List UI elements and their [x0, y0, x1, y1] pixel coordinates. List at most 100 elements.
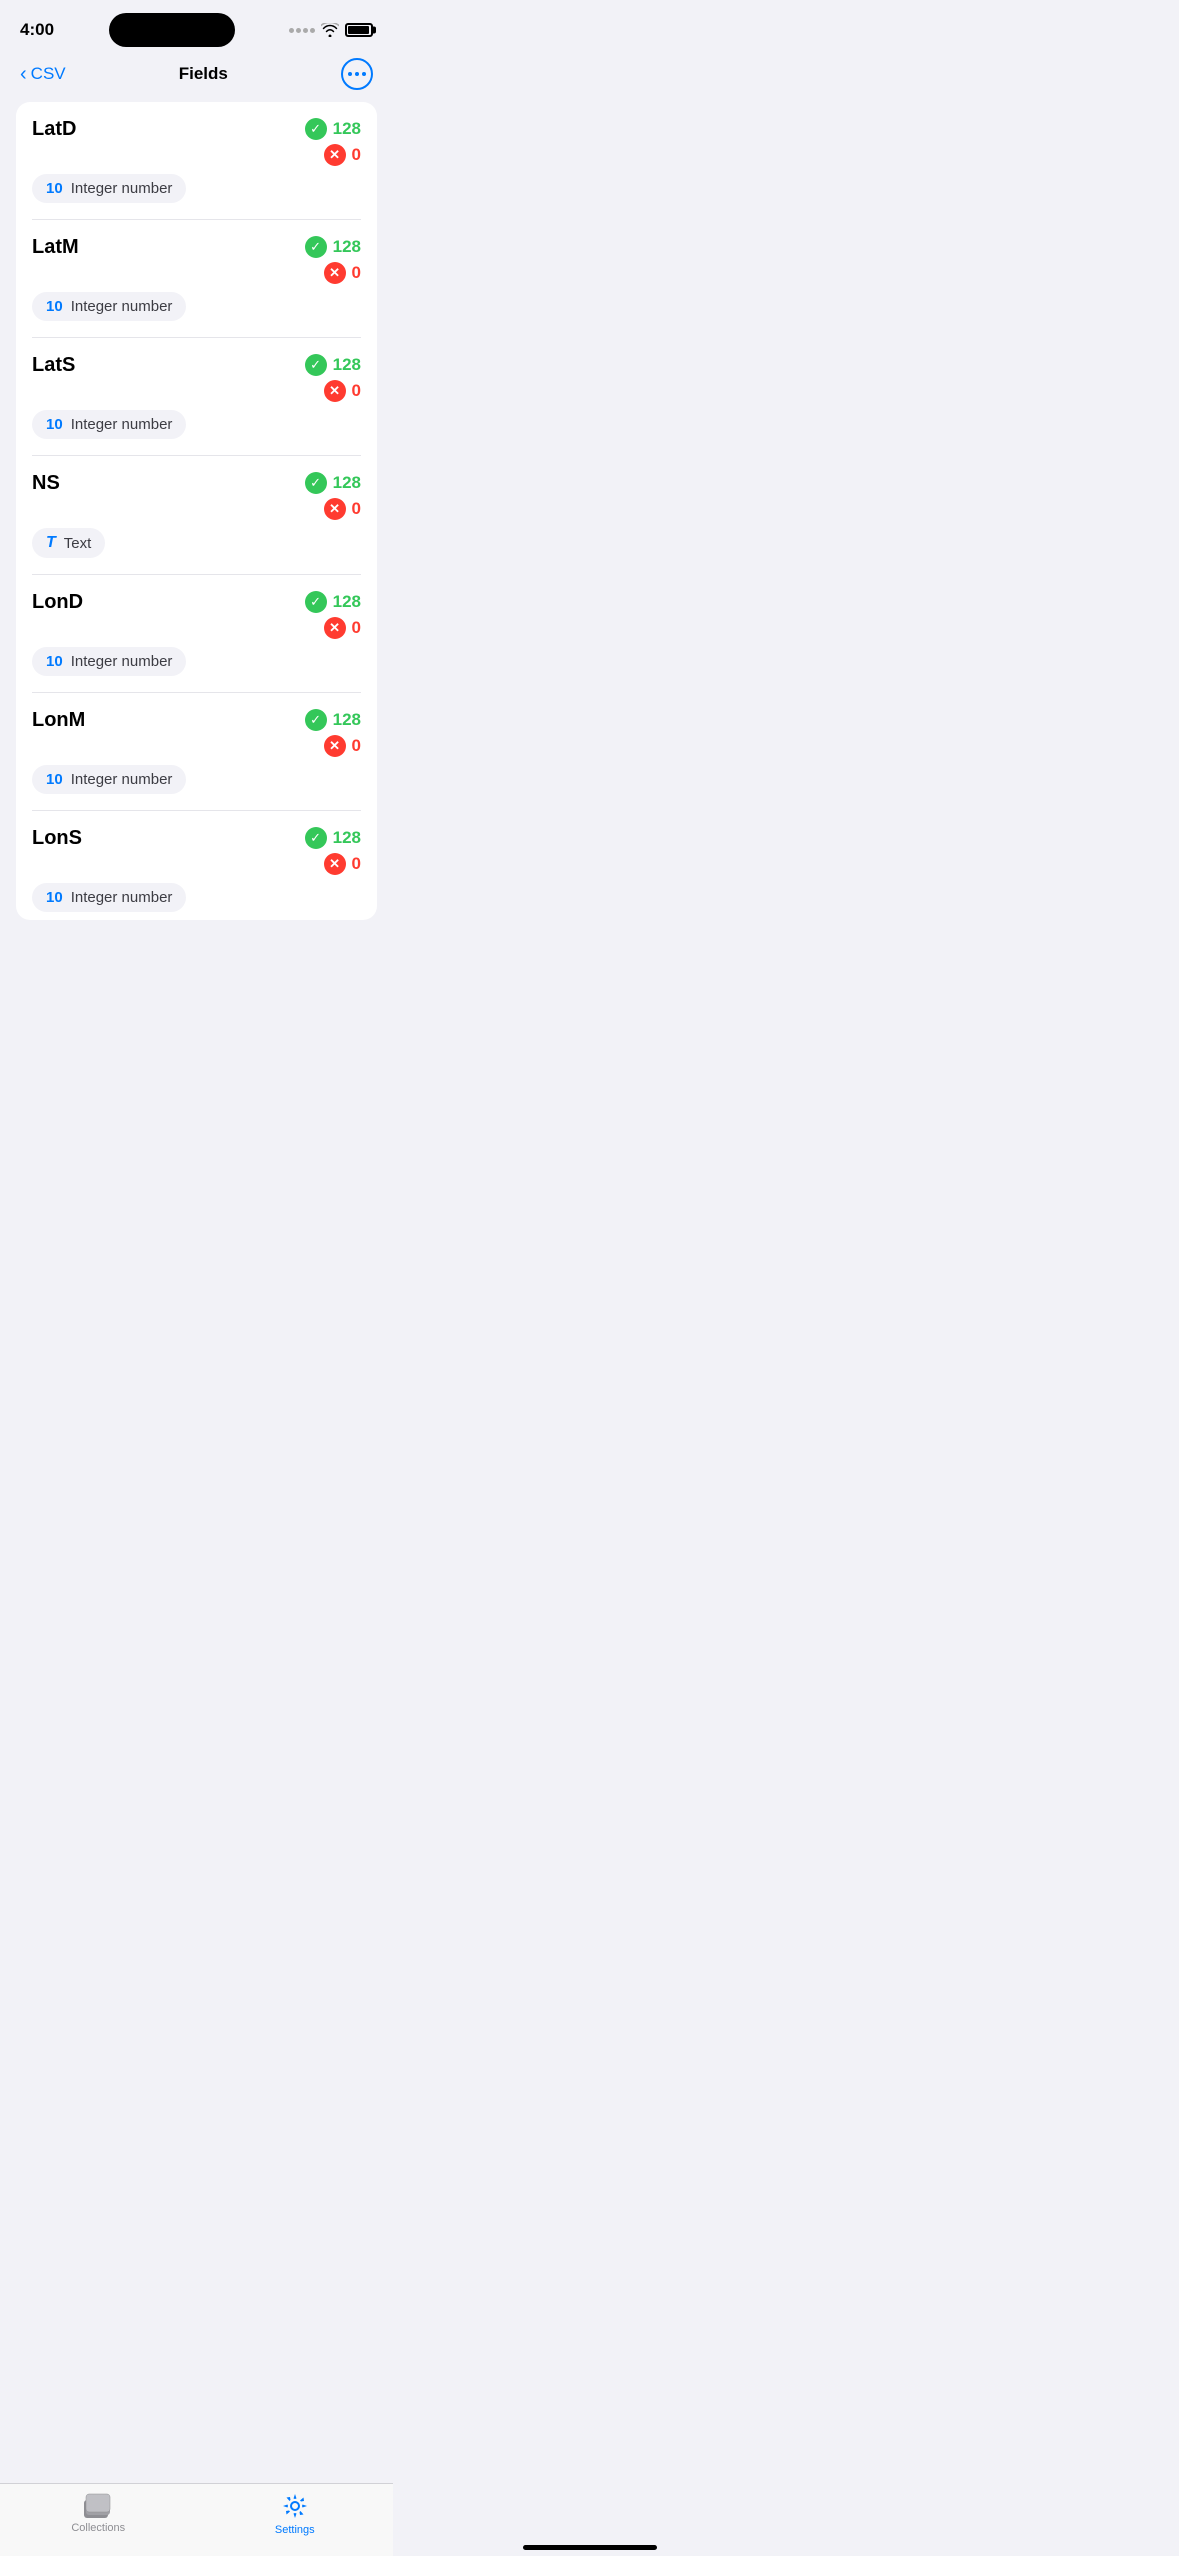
- field-row[interactable]: LatS ✓ 128 ✕ 0 10 Integer number: [32, 338, 361, 456]
- field-top: LatD ✓ 128 ✕ 0: [32, 118, 361, 166]
- type-label: Integer number: [71, 653, 173, 670]
- field-name: NS: [32, 472, 60, 495]
- field-stats: ✓ 128 ✕ 0: [305, 827, 361, 875]
- x-icon: ✕: [324, 262, 346, 284]
- invalid-stat-row: ✕ 0: [324, 735, 361, 757]
- field-top: LonD ✓ 128 ✕ 0: [32, 591, 361, 639]
- valid-count: 128: [333, 592, 361, 612]
- field-name: LonM: [32, 709, 85, 732]
- status-time: 4:00: [20, 20, 54, 40]
- back-label: CSV: [31, 64, 66, 84]
- valid-count: 128: [333, 473, 361, 493]
- valid-stat-row: ✓ 128: [305, 472, 361, 494]
- valid-stat-row: ✓ 128: [305, 118, 361, 140]
- settings-icon: [281, 2492, 309, 2520]
- check-icon: ✓: [305, 118, 327, 140]
- type-number-icon: 10: [46, 180, 63, 197]
- field-top: LonM ✓ 128 ✕ 0: [32, 709, 361, 757]
- field-type-pill[interactable]: 10 Integer number: [32, 410, 186, 439]
- check-icon: ✓: [305, 827, 327, 849]
- page-title: Fields: [179, 64, 228, 84]
- field-stats: ✓ 128 ✕ 0: [305, 354, 361, 402]
- tab-settings[interactable]: Settings: [197, 2492, 394, 2536]
- check-icon: ✓: [305, 236, 327, 258]
- more-dots-icon: [348, 72, 366, 76]
- field-stats: ✓ 128 ✕ 0: [305, 591, 361, 639]
- invalid-count: 0: [352, 499, 361, 519]
- valid-count: 128: [333, 828, 361, 848]
- valid-count: 128: [333, 119, 361, 139]
- field-stats: ✓ 128 ✕ 0: [305, 118, 361, 166]
- field-row[interactable]: LatM ✓ 128 ✕ 0 10 Integer number: [32, 220, 361, 338]
- type-number-icon: 10: [46, 298, 63, 315]
- valid-count: 128: [333, 710, 361, 730]
- type-text-icon: T: [46, 534, 56, 552]
- invalid-count: 0: [352, 381, 361, 401]
- valid-stat-row: ✓ 128: [305, 354, 361, 376]
- battery-icon: [345, 23, 373, 37]
- invalid-count: 0: [352, 145, 361, 165]
- valid-count: 128: [333, 355, 361, 375]
- home-indicator: [523, 2545, 657, 2550]
- type-number-icon: 10: [46, 771, 63, 788]
- type-number-icon: 10: [46, 416, 63, 433]
- check-icon: ✓: [305, 709, 327, 731]
- invalid-stat-row: ✕ 0: [324, 144, 361, 166]
- field-name: LonS: [32, 827, 82, 850]
- dynamic-island: [109, 13, 235, 47]
- collections-tab-label: Collections: [71, 2522, 125, 2534]
- invalid-stat-row: ✕ 0: [324, 380, 361, 402]
- wifi-icon: [321, 23, 339, 37]
- type-number-icon: 10: [46, 889, 63, 906]
- field-name: LatD: [32, 118, 76, 141]
- fields-card: LatD ✓ 128 ✕ 0 10 Integer number: [16, 102, 377, 920]
- field-row[interactable]: LatD ✓ 128 ✕ 0 10 Integer number: [32, 102, 361, 220]
- check-icon: ✓: [305, 591, 327, 613]
- field-stats: ✓ 128 ✕ 0: [305, 472, 361, 520]
- field-type-pill[interactable]: 10 Integer number: [32, 292, 186, 321]
- field-type-pill[interactable]: 10 Integer number: [32, 174, 186, 203]
- invalid-count: 0: [352, 618, 361, 638]
- invalid-stat-row: ✕ 0: [324, 262, 361, 284]
- type-label: Text: [64, 535, 92, 552]
- x-icon: ✕: [324, 380, 346, 402]
- valid-stat-row: ✓ 128: [305, 591, 361, 613]
- field-name: LatS: [32, 354, 75, 377]
- valid-stat-row: ✓ 128: [305, 709, 361, 731]
- field-top: LonS ✓ 128 ✕ 0: [32, 827, 361, 875]
- field-row[interactable]: LonD ✓ 128 ✕ 0 10 Integer number: [32, 575, 361, 693]
- status-bar: 4:00: [0, 0, 393, 50]
- field-row[interactable]: LonS ✓ 128 ✕ 0 10 Integer number: [32, 811, 361, 920]
- tab-collections[interactable]: Collections: [0, 2492, 197, 2536]
- signal-icon: [289, 28, 315, 33]
- status-icons: [289, 23, 373, 37]
- field-row[interactable]: NS ✓ 128 ✕ 0 T Text: [32, 456, 361, 575]
- type-label: Integer number: [71, 416, 173, 433]
- x-icon: ✕: [324, 498, 346, 520]
- type-label: Integer number: [71, 298, 173, 315]
- content-area: LatD ✓ 128 ✕ 0 10 Integer number: [0, 102, 393, 1016]
- valid-stat-row: ✓ 128: [305, 827, 361, 849]
- field-stats: ✓ 128 ✕ 0: [305, 709, 361, 757]
- x-icon: ✕: [324, 617, 346, 639]
- settings-tab-label: Settings: [275, 2524, 315, 2536]
- type-number-icon: 10: [46, 653, 63, 670]
- field-type-pill[interactable]: 10 Integer number: [32, 765, 186, 794]
- type-label: Integer number: [71, 180, 173, 197]
- field-type-pill[interactable]: 10 Integer number: [32, 883, 186, 912]
- nav-bar: ‹ CSV Fields: [0, 50, 393, 102]
- collections-icon: [84, 2492, 112, 2518]
- tab-bar: Collections Settings: [0, 2483, 393, 2556]
- field-type-pill[interactable]: T Text: [32, 528, 105, 558]
- field-type-pill[interactable]: 10 Integer number: [32, 647, 186, 676]
- back-button[interactable]: ‹ CSV: [20, 64, 66, 84]
- field-row[interactable]: LonM ✓ 128 ✕ 0 10 Integer number: [32, 693, 361, 811]
- invalid-stat-row: ✕ 0: [324, 853, 361, 875]
- invalid-stat-row: ✕ 0: [324, 617, 361, 639]
- x-icon: ✕: [324, 853, 346, 875]
- x-icon: ✕: [324, 735, 346, 757]
- invalid-stat-row: ✕ 0: [324, 498, 361, 520]
- check-icon: ✓: [305, 472, 327, 494]
- valid-count: 128: [333, 237, 361, 257]
- more-button[interactable]: [341, 58, 373, 90]
